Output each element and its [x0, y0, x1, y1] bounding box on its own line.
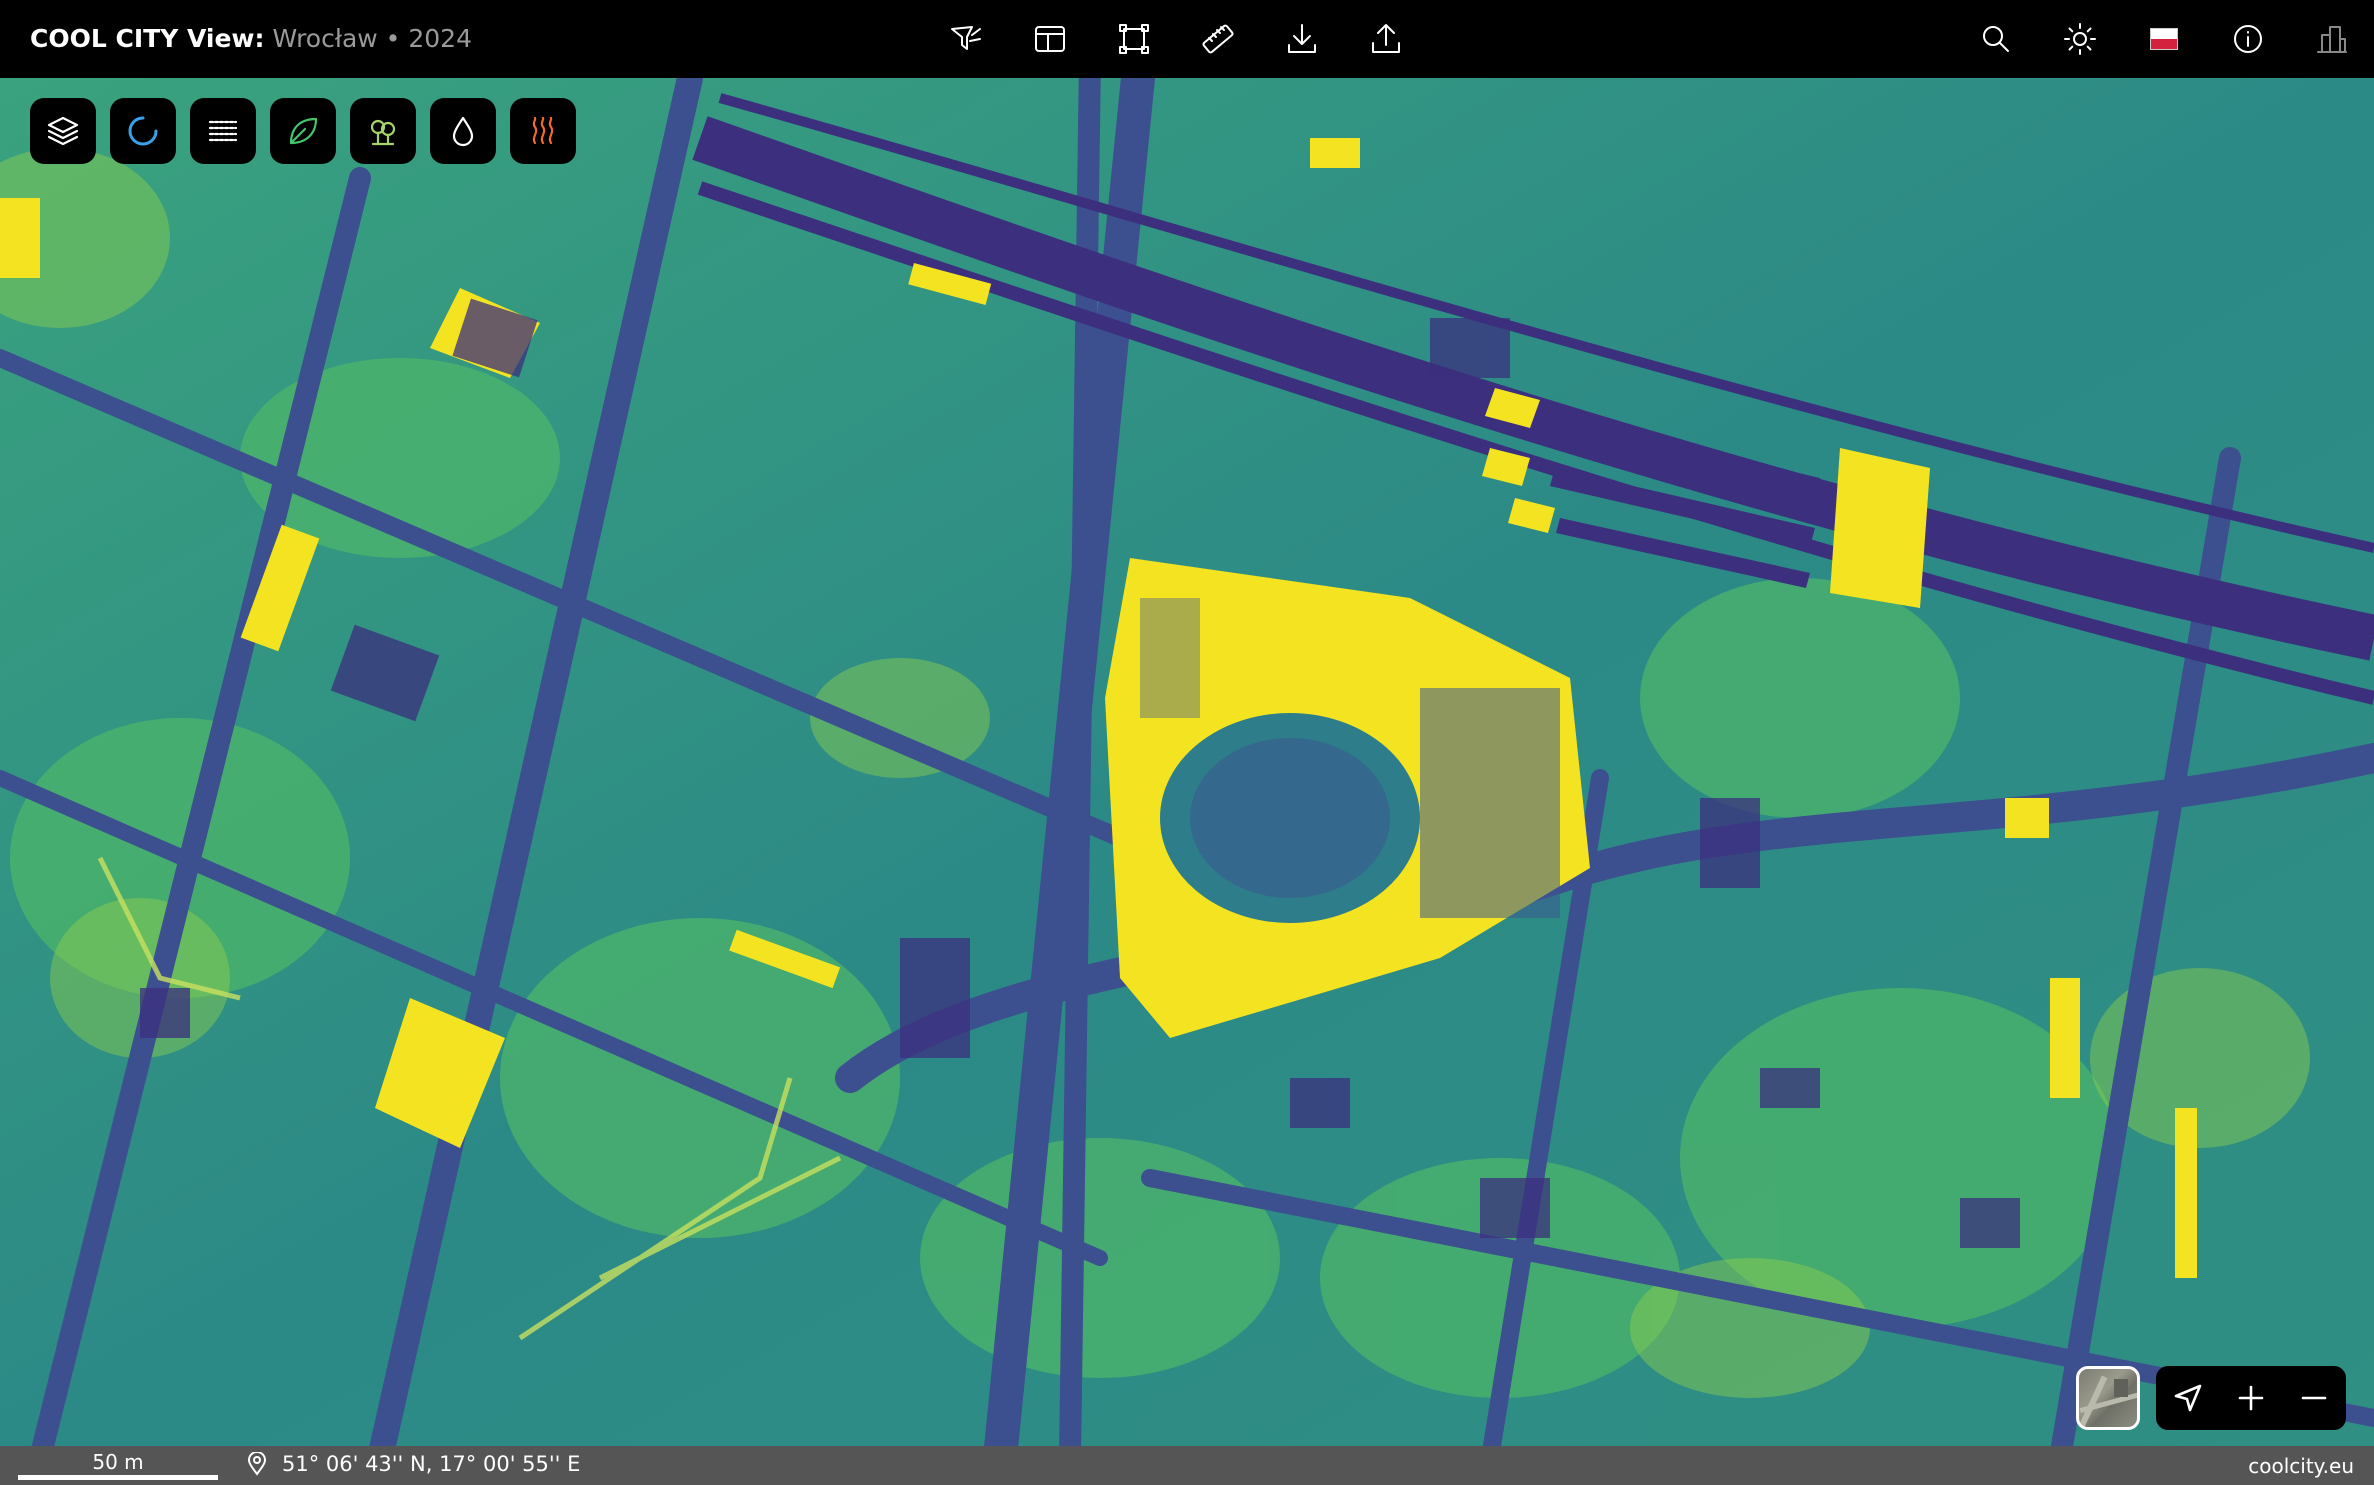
location-pin-icon	[247, 1452, 267, 1476]
scale-line	[18, 1475, 218, 1480]
share-icon[interactable]	[1364, 17, 1408, 61]
scale-bar: 50 m	[18, 1448, 218, 1482]
hatch-layer-button[interactable]	[190, 98, 256, 164]
navigation-arrow-icon	[2174, 1384, 2201, 1412]
heat-waves-icon	[532, 116, 554, 145]
leaf-icon	[289, 117, 318, 145]
search-icon[interactable]	[1974, 17, 2018, 61]
scale-label: 50 m	[92, 1450, 144, 1474]
tree-icon	[370, 119, 396, 146]
app-subtitle: Wrocław • 2024	[272, 24, 472, 53]
language-flag-pl[interactable]	[2142, 17, 2186, 61]
locate-button[interactable]	[2163, 1373, 2213, 1423]
heat-layer-button[interactable]	[510, 98, 576, 164]
layers-button[interactable]	[30, 98, 96, 164]
bounding-box-icon[interactable]	[1112, 17, 1156, 61]
coordinates-text: 51° 06' 43'' N, 17° 00' 55'' E	[282, 1452, 581, 1476]
ruler-icon[interactable]	[1196, 17, 1240, 61]
app-title: COOL CITY View: Wrocław • 2024	[30, 22, 472, 56]
trees-layer-button[interactable]	[350, 98, 416, 164]
map-controls	[2156, 1366, 2346, 1430]
water-layer-button[interactable]	[430, 98, 496, 164]
plus-icon	[2238, 1385, 2264, 1411]
theme-sun-icon[interactable]	[2058, 17, 2102, 61]
vegetation-layer-button[interactable]	[270, 98, 336, 164]
layer-toolbar	[30, 98, 590, 164]
layers-icon	[47, 116, 79, 146]
heat-map[interactable]	[0, 78, 2374, 1446]
layout-icon[interactable]	[1028, 17, 1072, 61]
buildings-icon[interactable]	[2310, 17, 2354, 61]
basemap-toggle[interactable]	[2076, 1366, 2140, 1430]
zoom-out-button[interactable]	[2289, 1373, 2339, 1423]
loading-ring-icon	[128, 116, 158, 146]
zoom-in-button[interactable]	[2226, 1373, 2276, 1423]
poland-flag-icon	[2150, 28, 2178, 50]
info-icon[interactable]	[2226, 17, 2270, 61]
site-credit[interactable]: coolcity.eu	[2248, 1454, 2354, 1478]
status-bar: 50 m 51° 06' 43'' N, 17° 00' 55'' E cool…	[0, 1446, 2374, 1485]
download-icon[interactable]	[1280, 17, 1324, 61]
hatch-lines-icon	[208, 120, 238, 142]
minus-icon	[2302, 1396, 2327, 1400]
thermal-raster	[0, 78, 2374, 1446]
water-drop-icon	[452, 116, 474, 147]
filter-map-icon[interactable]	[944, 17, 988, 61]
top-bar: COOL CITY View: Wrocław • 2024	[0, 0, 2374, 78]
app-brand: COOL CITY View:	[30, 24, 265, 53]
cursor-coordinates: 51° 06' 43'' N, 17° 00' 55'' E	[246, 1452, 580, 1476]
loading-layer-button[interactable]	[110, 98, 176, 164]
